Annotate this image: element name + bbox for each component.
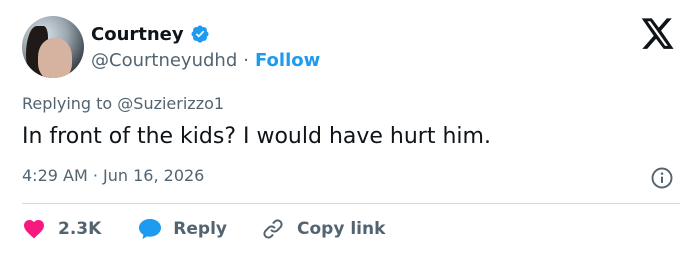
replying-to[interactable]: Replying to @Suzierizzo1 xyxy=(22,94,224,113)
author-name-row: Courtney xyxy=(91,22,210,46)
action-bar: 2.3K Reply Copy link xyxy=(22,214,385,244)
divider xyxy=(22,203,680,204)
avatar-face xyxy=(38,38,72,78)
handle-separator: · xyxy=(243,49,249,71)
author-handle[interactable]: @Courtneyudhd xyxy=(91,50,237,71)
tweet-timestamp[interactable]: 4:29 AM · Jun 16, 2026 xyxy=(22,166,204,185)
author-display-name[interactable]: Courtney xyxy=(91,24,184,45)
link-icon xyxy=(263,219,283,239)
reply-label: Reply xyxy=(173,219,227,239)
reply-button[interactable]: Reply xyxy=(137,217,227,241)
info-icon[interactable] xyxy=(650,166,674,190)
tweet-text: In front of the kids? I would have hurt … xyxy=(22,124,491,149)
copy-link-label: Copy link xyxy=(297,219,386,239)
like-count: 2.3K xyxy=(58,219,102,239)
verified-badge-icon xyxy=(191,25,209,43)
follow-button[interactable]: Follow xyxy=(255,50,320,71)
tweet-card: Courtney @Courtneyudhd · Follow Replying… xyxy=(0,0,700,256)
x-logo-icon[interactable] xyxy=(641,18,675,50)
like-button[interactable]: 2.3K xyxy=(22,217,101,241)
heart-icon xyxy=(24,220,44,239)
avatar[interactable] xyxy=(22,16,84,78)
speech-bubble-icon xyxy=(139,219,162,239)
author-handle-row: @Courtneyudhd · Follow xyxy=(91,48,320,72)
copy-link-button[interactable]: Copy link xyxy=(261,217,385,241)
